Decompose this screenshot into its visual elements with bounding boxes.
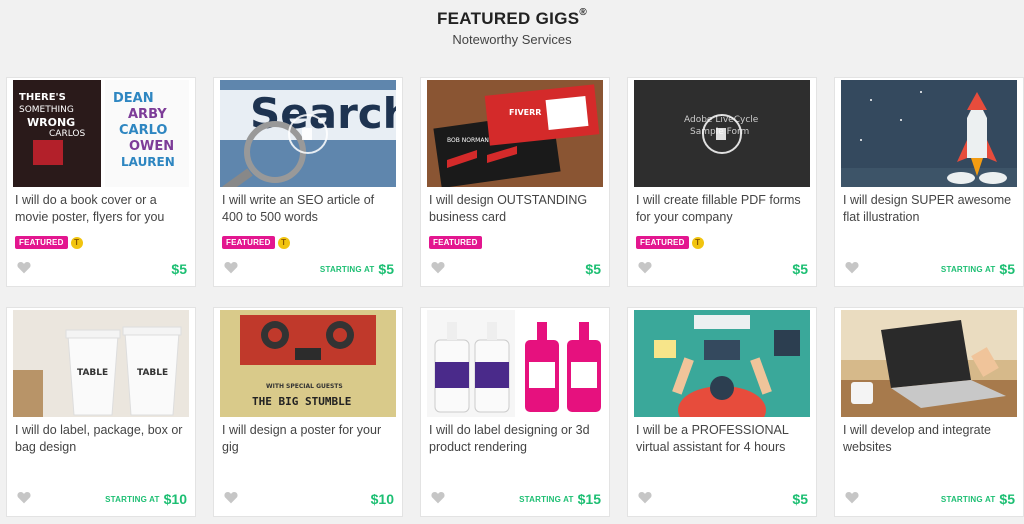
featured-badge: FEATURED xyxy=(429,236,482,250)
top-rated-badge-icon: T xyxy=(70,236,83,249)
gig-title[interactable]: I will do a book cover or a movie poster… xyxy=(15,192,187,226)
featured-badge: FEATURED xyxy=(636,236,689,250)
gig-price: $10 xyxy=(370,491,394,507)
gig-card[interactable]: Adobe LiveCycle Sample Form I will creat… xyxy=(627,77,817,287)
gig-price: STARTING AT $10 xyxy=(105,491,187,507)
heart-icon[interactable] xyxy=(431,261,445,274)
svg-text:THERE'S: THERE'S xyxy=(19,92,66,103)
gig-price: $5 xyxy=(792,491,808,507)
gig-title[interactable]: I will design SUPER awesome flat illustr… xyxy=(843,192,1015,226)
svg-text:FIVERR: FIVERR xyxy=(509,108,541,117)
svg-text:DEAN: DEAN xyxy=(113,91,154,106)
top-rated-badge-icon: T xyxy=(277,236,290,249)
gig-title[interactable]: I will be a PROFESSIONAL virtual assista… xyxy=(636,422,808,456)
book-covers-image: THERE'S SOMETHING WRONG CARLOS DEAN ARBY… xyxy=(13,80,189,187)
gig-thumbnail[interactable] xyxy=(841,80,1017,187)
laptop-desk-image xyxy=(841,310,1017,417)
svg-text:TABLE: TABLE xyxy=(77,368,108,378)
product-bottles-image xyxy=(427,310,603,417)
heart-icon[interactable] xyxy=(845,261,859,274)
gig-thumbnail[interactable] xyxy=(427,310,603,417)
page-title: FEATURED GIGS® xyxy=(436,7,588,28)
business-card-image: FIVERR BOB NORMAN xyxy=(427,80,603,187)
svg-text:OWEN: OWEN xyxy=(129,139,174,154)
gig-title[interactable]: I will develop and integrate websites xyxy=(843,422,1015,456)
svg-text:WRONG: WRONG xyxy=(27,116,75,129)
svg-text:ARBY: ARBY xyxy=(128,107,167,122)
gig-title[interactable]: I will write an SEO article of 400 to 50… xyxy=(222,192,394,226)
svg-text:TABLE: TABLE xyxy=(137,368,168,378)
gig-price: $5 xyxy=(171,261,187,277)
gig-thumbnail[interactable]: THERE'S SOMETHING WRONG CARLOS DEAN ARBY… xyxy=(13,80,189,187)
gig-card[interactable]: THERE'S SOMETHING WRONG CARLOS DEAN ARBY… xyxy=(6,77,196,287)
gig-thumbnail[interactable]: Adobe LiveCycle Sample Form xyxy=(634,80,810,187)
gig-card[interactable]: TABLE TABLE I will do label, package, bo… xyxy=(6,307,196,517)
gig-title[interactable]: I will design a poster for your gig xyxy=(222,422,394,456)
gig-title[interactable]: I will design OUTSTANDING business card xyxy=(429,192,601,226)
virtual-assistant-image xyxy=(634,310,810,417)
band-poster-image: WITH SPECIAL GUESTS THE BIG STUMBLE xyxy=(220,310,396,417)
video-play-icon[interactable] xyxy=(288,113,328,154)
gig-thumbnail[interactable] xyxy=(634,310,810,417)
heart-icon[interactable] xyxy=(845,491,859,504)
video-play-icon[interactable] xyxy=(702,113,742,154)
svg-text:CARLO: CARLO xyxy=(119,123,167,138)
top-rated-badge-icon: T xyxy=(691,236,704,249)
gig-price: STARTING AT $5 xyxy=(940,261,1015,277)
gig-thumbnail[interactable]: WITH SPECIAL GUESTS THE BIG STUMBLE xyxy=(220,310,396,417)
gig-title[interactable]: I will do label designing or 3d product … xyxy=(429,422,601,456)
heart-icon[interactable] xyxy=(224,491,238,504)
heart-icon[interactable] xyxy=(638,491,652,504)
svg-text:BOB NORMAN: BOB NORMAN xyxy=(447,137,489,144)
heart-icon[interactable] xyxy=(431,491,445,504)
gig-price: STARTING AT $5 xyxy=(319,261,394,277)
gig-price: STARTING AT $15 xyxy=(519,491,601,507)
featured-badge: FEATURED xyxy=(15,236,68,250)
page-subtitle: Noteworthy Services xyxy=(452,32,572,47)
gig-title[interactable]: I will create fillable PDF forms for you… xyxy=(636,192,808,226)
gig-card[interactable]: I will do label designing or 3d product … xyxy=(420,307,610,517)
gig-price: STARTING AT $5 xyxy=(940,491,1015,507)
gig-title[interactable]: I will do label, package, box or bag des… xyxy=(15,422,187,456)
heart-icon[interactable] xyxy=(17,261,31,274)
svg-text:CARLOS: CARLOS xyxy=(49,129,85,139)
gig-card[interactable]: I will be a PROFESSIONAL virtual assista… xyxy=(627,307,817,517)
heart-icon[interactable] xyxy=(224,261,238,274)
gig-thumbnail[interactable]: Search xyxy=(220,80,396,187)
gig-thumbnail[interactable] xyxy=(841,310,1017,417)
svg-text:WITH SPECIAL GUESTS: WITH SPECIAL GUESTS xyxy=(266,383,343,390)
coffee-cups-image: TABLE TABLE xyxy=(13,310,189,417)
svg-text:THE BIG STUMBLE: THE BIG STUMBLE xyxy=(252,395,351,408)
gig-card[interactable]: I will design SUPER awesome flat illustr… xyxy=(834,77,1024,287)
heart-icon[interactable] xyxy=(17,491,31,504)
svg-text:LAUREN: LAUREN xyxy=(121,155,175,169)
gig-card[interactable]: WITH SPECIAL GUESTS THE BIG STUMBLE I wi… xyxy=(213,307,403,517)
featured-badge: FEATURED xyxy=(222,236,275,250)
gig-card[interactable]: FIVERR BOB NORMAN I will design OUTSTAND… xyxy=(420,77,610,287)
gig-thumbnail[interactable]: TABLE TABLE xyxy=(13,310,189,417)
svg-text:SOMETHING: SOMETHING xyxy=(19,105,74,115)
rocket-illustration-image xyxy=(841,80,1017,187)
gig-price: $5 xyxy=(585,261,601,277)
gig-card[interactable]: Search I will write an SEO article of 40… xyxy=(213,77,403,287)
heart-icon[interactable] xyxy=(638,261,652,274)
gig-price: $5 xyxy=(792,261,808,277)
gig-thumbnail[interactable]: FIVERR BOB NORMAN xyxy=(427,80,603,187)
gig-card[interactable]: I will develop and integrate websites ST… xyxy=(834,307,1024,517)
